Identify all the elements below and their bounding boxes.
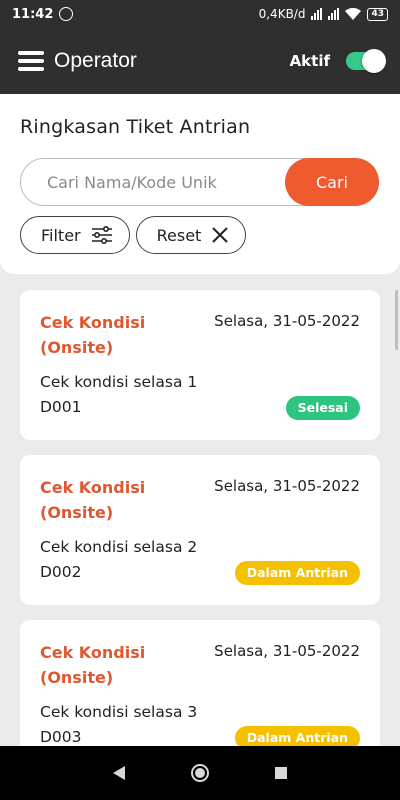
ticket-title: Cek Kondisi (Onsite) bbox=[40, 643, 146, 687]
ticket-list: Cek Kondisi (Onsite) Selasa, 31-05-2022 … bbox=[20, 290, 380, 785]
status-time: 11:42 bbox=[12, 6, 54, 22]
network-speed: 0,4KB/d bbox=[258, 7, 306, 21]
status-badge: Selesai bbox=[285, 396, 360, 420]
filter-chips: Filter Reset bbox=[20, 216, 380, 254]
scrollbar[interactable] bbox=[395, 290, 398, 350]
app-title: Operator bbox=[54, 49, 137, 72]
ticket-date: Selasa, 31-05-2022 bbox=[214, 642, 360, 660]
filter-label: Filter bbox=[41, 225, 81, 245]
system-nav-bar bbox=[0, 746, 400, 800]
toggle-knob bbox=[362, 49, 386, 73]
wifi-icon bbox=[345, 8, 362, 20]
signal-icon-2 bbox=[328, 8, 340, 20]
menu-icon[interactable] bbox=[18, 51, 44, 71]
reset-label: Reset bbox=[156, 225, 202, 245]
ticket-description: Cek kondisi selasa 3 bbox=[40, 703, 198, 721]
battery-icon: 43 bbox=[367, 7, 388, 21]
panel-title: Ringkasan Tiket Antrian bbox=[20, 116, 251, 138]
ticket-description: Cek kondisi selasa 2 bbox=[40, 538, 198, 556]
ticket-date: Selasa, 31-05-2022 bbox=[214, 477, 360, 495]
ticket-date: Selasa, 31-05-2022 bbox=[214, 312, 360, 330]
status-badge: Dalam Antrian bbox=[234, 561, 360, 585]
reset-button[interactable]: Reset bbox=[135, 216, 247, 254]
signal-icon bbox=[311, 8, 323, 20]
search-row: Cari bbox=[20, 158, 379, 206]
home-icon[interactable] bbox=[191, 764, 209, 782]
active-label: Aktif bbox=[289, 52, 330, 70]
ticket-description: Cek kondisi selasa 1 bbox=[40, 373, 198, 391]
search-button[interactable]: Cari bbox=[285, 158, 379, 206]
ticket-title: Cek Kondisi (Onsite) bbox=[40, 313, 146, 357]
back-icon[interactable] bbox=[113, 766, 125, 780]
sliders-icon bbox=[91, 226, 112, 244]
filter-button[interactable]: Filter bbox=[20, 216, 130, 254]
whatsapp-notification-icon bbox=[59, 7, 74, 21]
search-panel: Ringkasan Tiket Antrian Cari Filter Rese… bbox=[0, 94, 400, 274]
recent-apps-icon[interactable] bbox=[275, 767, 287, 779]
ticket-title: Cek Kondisi (Onsite) bbox=[40, 478, 146, 522]
active-toggle[interactable] bbox=[346, 49, 386, 73]
app-bar: Operator Aktif bbox=[0, 28, 400, 94]
ticket-card[interactable]: Cek Kondisi (Onsite) Selasa, 31-05-2022 … bbox=[20, 455, 380, 605]
status-bar: 11:42 0,4KB/d 43 bbox=[0, 0, 400, 28]
close-icon bbox=[212, 227, 229, 243]
ticket-card[interactable]: Cek Kondisi (Onsite) Selasa, 31-05-2022 … bbox=[20, 290, 380, 440]
